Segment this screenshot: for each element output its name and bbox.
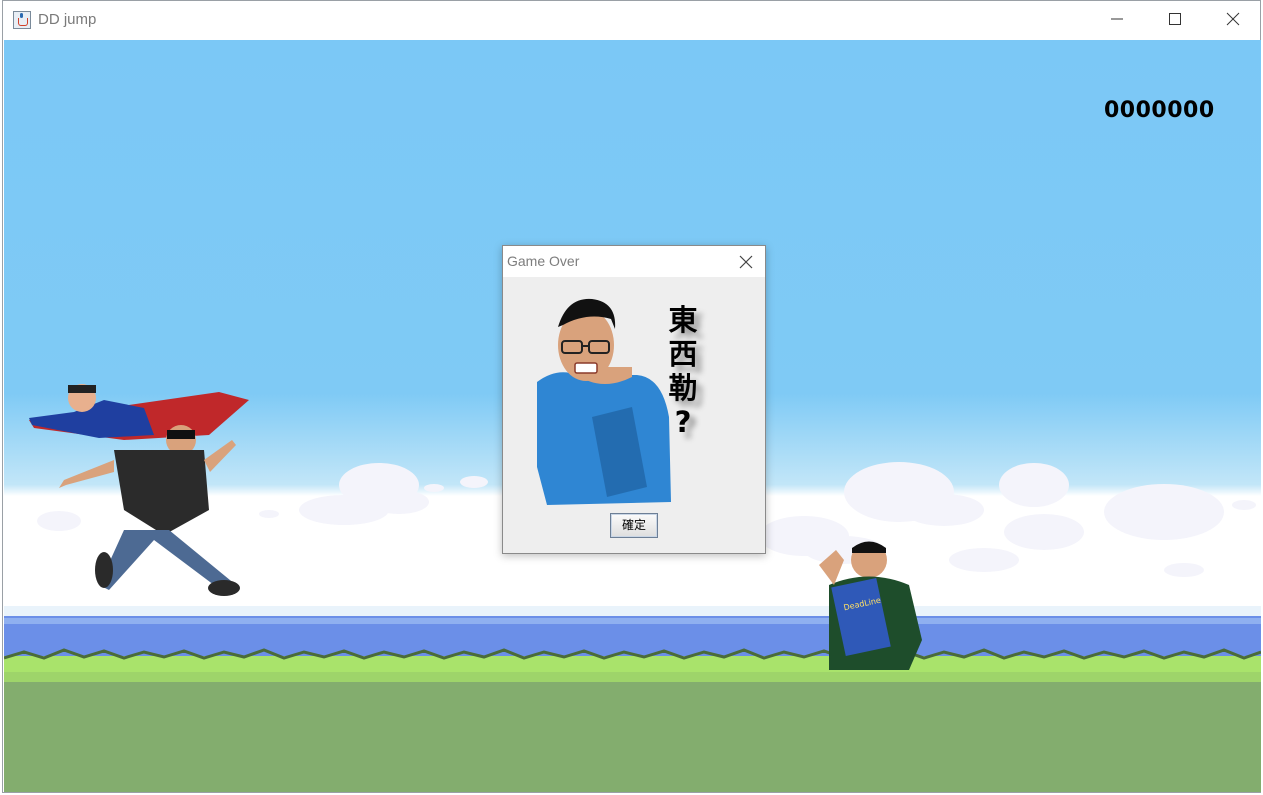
maximize-button[interactable] bbox=[1158, 7, 1192, 33]
score-display: 0000000 bbox=[1104, 98, 1215, 123]
message-char: 東 bbox=[668, 303, 698, 337]
minimize-icon bbox=[1111, 18, 1123, 20]
ok-button[interactable]: 確定 bbox=[610, 513, 658, 538]
dialog-title: Game Over bbox=[507, 253, 580, 269]
java-icon bbox=[13, 11, 31, 29]
maximize-icon bbox=[1169, 13, 1181, 25]
title-bar[interactable]: DD jump bbox=[3, 1, 1260, 40]
dialog-close-button[interactable] bbox=[735, 251, 757, 273]
game-over-dialog: Game Over 東 西 勒 ? 確定 bbox=[502, 245, 766, 554]
portrait-image bbox=[537, 298, 671, 505]
dialog-body: 東 西 勒 ? 確定 bbox=[503, 277, 765, 553]
message-char: 西 bbox=[668, 337, 698, 371]
close-window-button[interactable] bbox=[1216, 7, 1250, 33]
dialog-title-bar[interactable]: Game Over bbox=[503, 246, 765, 277]
close-icon bbox=[739, 255, 753, 269]
window-title: DD jump bbox=[38, 11, 97, 28]
message-char: 勒 bbox=[668, 371, 698, 405]
game-over-message: 東 西 勒 ? bbox=[663, 303, 703, 439]
close-icon bbox=[1226, 12, 1240, 26]
message-char: ? bbox=[674, 405, 692, 439]
minimize-button[interactable] bbox=[1100, 7, 1134, 33]
